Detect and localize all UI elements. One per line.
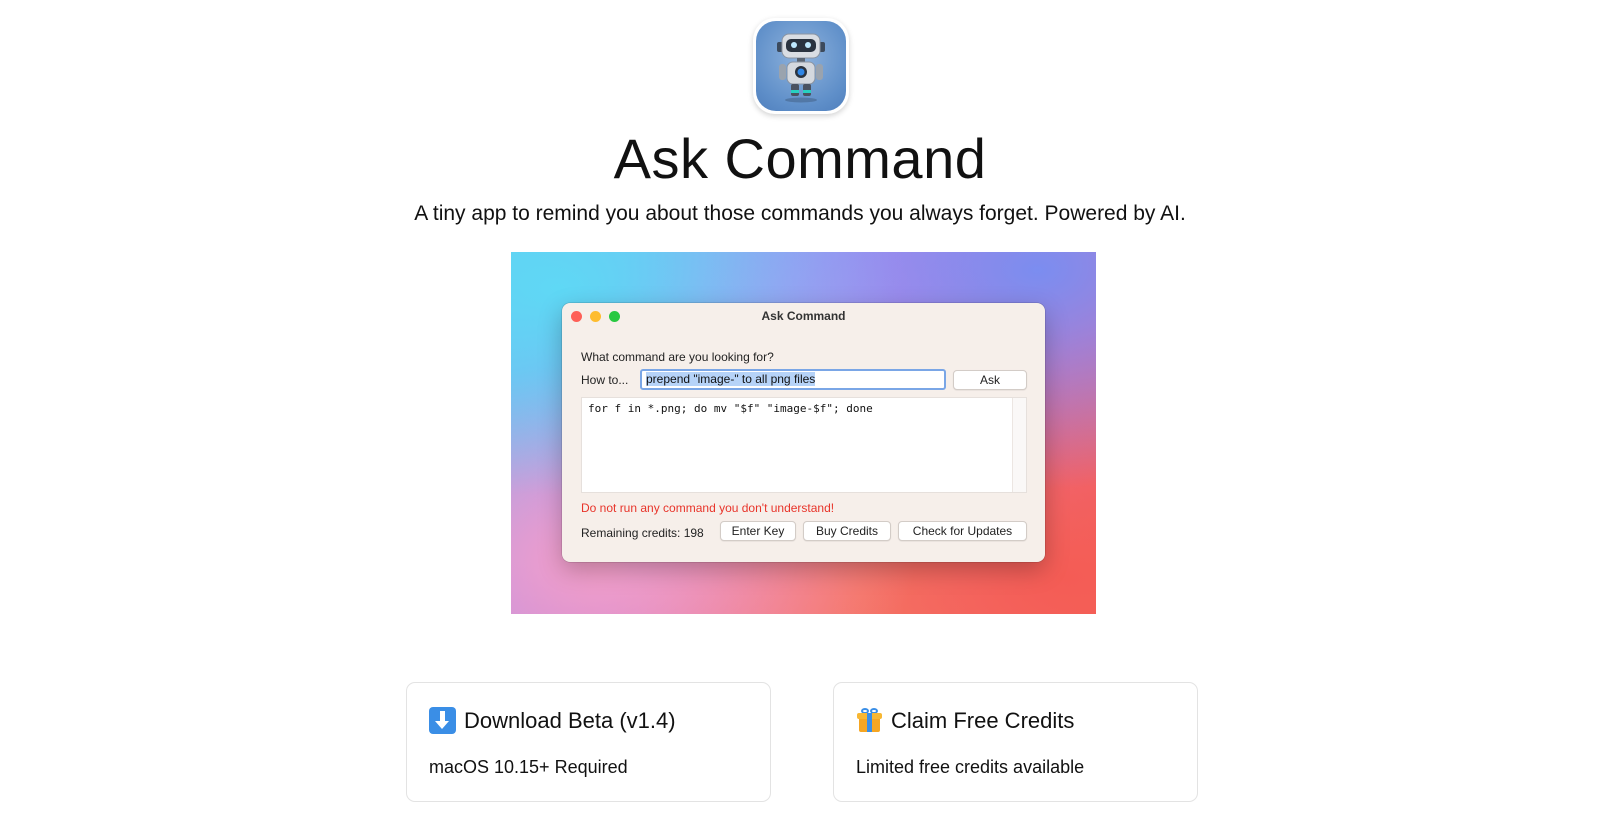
gift-icon [856, 707, 883, 734]
page-tagline: A tiny app to remind you about those com… [414, 202, 1186, 225]
query-text: prepend "image-" to all png files [646, 372, 816, 386]
page-title: Ask Command [613, 127, 987, 190]
download-arrow-icon [429, 707, 456, 734]
download-card-subtitle: macOS 10.15+ Required [429, 757, 628, 777]
credits-card-subtitle: Limited free credits available [856, 757, 1085, 777]
query-input: prepend "image-" to all png files [640, 369, 946, 390]
check-updates-button: Check for Updates [898, 521, 1027, 541]
command-output-text: for f in *.png; do mv "$f" "image-$f"; d… [588, 402, 873, 415]
landing-page: Ask Command A tiny app to remind you abo… [0, 0, 1600, 834]
claim-credits-card[interactable]: Claim Free Credits Limited free credits … [833, 682, 1198, 802]
app-screenshot: Ask Command What command are you looking… [511, 252, 1096, 614]
download-beta-card[interactable]: Download Beta (v1.4) macOS 10.15+ Requir… [406, 682, 771, 802]
enter-key-button: Enter Key [720, 521, 796, 541]
output-scrollbar [1012, 398, 1026, 492]
credits-card-title: Claim Free Credits [891, 707, 1075, 733]
howto-label: How to... [581, 373, 629, 387]
remaining-credits: Remaining credits: 198 [581, 526, 704, 540]
download-card-heading: Download Beta (v1.4) [429, 707, 676, 734]
warning-text: Do not run any command you don't underst… [581, 501, 835, 515]
robot-icon [753, 18, 849, 114]
prompt-label: What command are you looking for? [581, 350, 774, 364]
window-title: Ask Command [761, 309, 846, 323]
download-card-title: Download Beta (v1.4) [464, 707, 676, 733]
command-output: for f in *.png; do mv "$f" "image-$f"; d… [581, 397, 1027, 493]
buy-credits-button: Buy Credits [803, 521, 891, 541]
window-titlebar: Ask Command [562, 303, 1045, 329]
credits-card-heading: Claim Free Credits [856, 707, 1074, 734]
ask-button: Ask [953, 370, 1027, 390]
app-window: Ask Command What command are you looking… [562, 303, 1045, 562]
